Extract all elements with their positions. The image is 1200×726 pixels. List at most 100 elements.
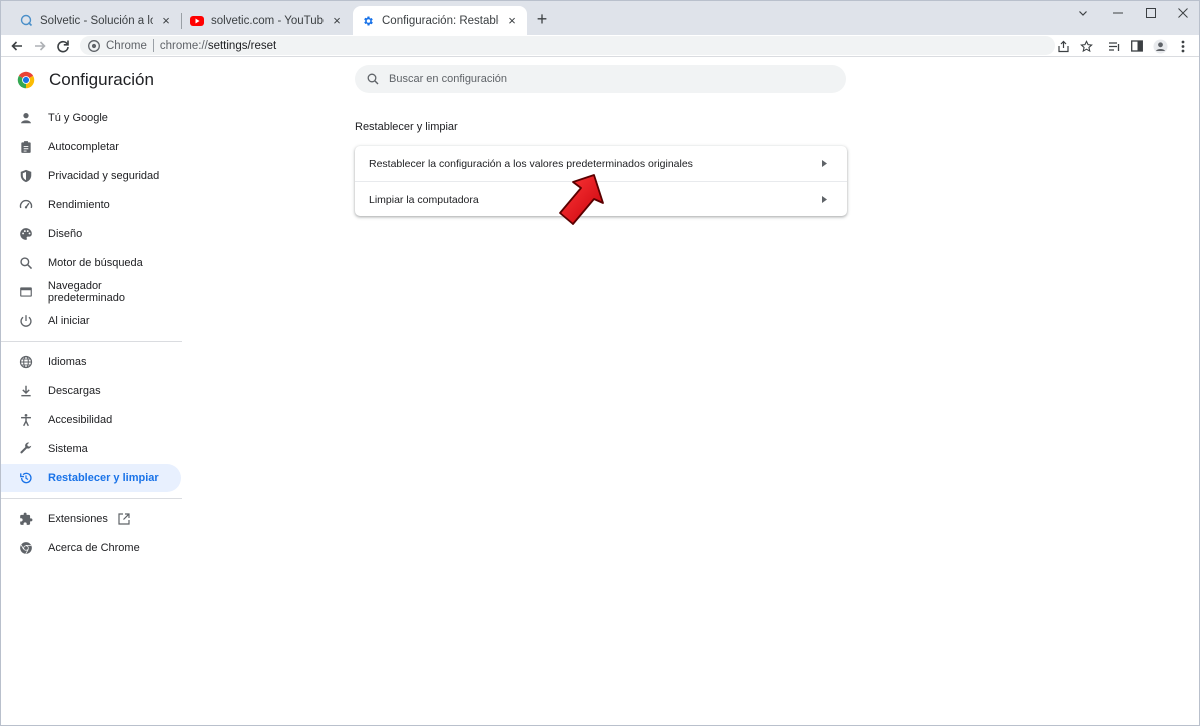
sidebar-item-label: Rendimiento bbox=[48, 199, 110, 211]
sidebar-item-al-iniciar[interactable]: Al iniciar bbox=[1, 307, 181, 335]
reading-list-button[interactable] bbox=[1105, 37, 1123, 55]
reload-button[interactable] bbox=[53, 36, 73, 56]
tab-search-button[interactable] bbox=[1066, 4, 1100, 22]
browser-icon bbox=[18, 284, 34, 300]
sidebar-item-label: Diseño bbox=[48, 228, 83, 240]
tab-solvetic[interactable]: Solvetic - Solución a los problemas × bbox=[11, 6, 181, 35]
gear-icon bbox=[361, 14, 375, 28]
sidebar-item-label: Idiomas bbox=[48, 356, 87, 368]
person-icon bbox=[18, 110, 34, 126]
share-icon bbox=[1057, 40, 1069, 52]
share-button[interactable] bbox=[1054, 37, 1072, 55]
search-icon bbox=[18, 255, 34, 271]
sidebar-divider bbox=[1, 341, 182, 342]
sidebar-item-restablecer-y-limpiar[interactable]: Restablecer y limpiar bbox=[1, 464, 181, 492]
section-title: Restablecer y limpiar bbox=[355, 121, 458, 133]
tab-strip: Solvetic - Solución a los problemas × so… bbox=[1, 1, 1199, 35]
menu-button[interactable] bbox=[1174, 37, 1192, 55]
search-icon bbox=[366, 72, 380, 86]
address-divider bbox=[152, 39, 154, 52]
shield-icon bbox=[18, 168, 34, 184]
sidebar-item-extensiones[interactable]: Extensiones bbox=[1, 505, 181, 533]
address-bar[interactable]: Chrome chrome://settings/reset bbox=[80, 36, 1055, 55]
restore-icon bbox=[18, 470, 34, 486]
sidebar-item-label: Motor de búsqueda bbox=[48, 257, 143, 269]
browser-window: Solvetic - Solución a los problemas × so… bbox=[0, 0, 1200, 726]
search-placeholder: Buscar en configuración bbox=[389, 73, 508, 85]
globe-icon bbox=[18, 354, 34, 370]
sidebar-item-label: Extensiones bbox=[48, 513, 108, 525]
search-input[interactable]: Buscar en configuración bbox=[355, 65, 846, 93]
sidebar-item-label: Descargas bbox=[48, 385, 101, 397]
sidebar-item-acerca-de-chrome[interactable]: Acerca de Chrome bbox=[1, 534, 181, 562]
open-in-new-icon bbox=[118, 512, 132, 526]
chrome-icon bbox=[87, 39, 101, 53]
star-icon bbox=[1079, 39, 1093, 52]
settings-page: Configuración Buscar en configuración Tú… bbox=[1, 58, 1199, 725]
sidebar-item-motor-de-busqueda[interactable]: Motor de búsqueda bbox=[1, 249, 181, 277]
tab-youtube[interactable]: solvetic.com - YouTube × bbox=[182, 6, 352, 35]
new-tab-button[interactable]: + bbox=[533, 10, 551, 28]
settings-header: Configuración bbox=[17, 70, 154, 90]
url-scheme: chrome:// bbox=[159, 39, 208, 52]
speedometer-icon bbox=[18, 197, 34, 213]
sidebar-item-diseno[interactable]: Diseño bbox=[1, 220, 181, 248]
bookmark-button[interactable] bbox=[1077, 37, 1095, 55]
chrome-icon bbox=[18, 540, 34, 556]
page-title: Configuración bbox=[49, 70, 154, 89]
sidebar-item-rendimiento[interactable]: Rendimiento bbox=[1, 191, 181, 219]
sidebar-item-label: Restablecer y limpiar bbox=[48, 472, 159, 484]
accessibility-icon bbox=[18, 412, 34, 428]
power-icon bbox=[18, 313, 34, 329]
youtube-icon bbox=[190, 14, 204, 28]
sidebar-item-label: Tú y Google bbox=[48, 112, 108, 124]
sidebar-item-accesibilidad[interactable]: Accesibilidad bbox=[1, 406, 181, 434]
tab-configuracion[interactable]: Configuración: Restablecer y limpiar × bbox=[353, 6, 527, 35]
sidebar-item-descargas[interactable]: Descargas bbox=[1, 377, 181, 405]
close-icon bbox=[1178, 8, 1188, 18]
arrow-right-icon bbox=[35, 41, 46, 51]
maximize-button[interactable] bbox=[1134, 4, 1168, 22]
avatar-icon bbox=[1153, 39, 1167, 53]
maximize-icon bbox=[1146, 8, 1156, 18]
sidebar-item-privacidad[interactable]: Privacidad y seguridad bbox=[1, 162, 181, 190]
sidebar-item-label: Sistema bbox=[48, 443, 88, 455]
palette-icon bbox=[18, 226, 34, 242]
chevron-down-icon bbox=[1079, 11, 1087, 16]
side-panel-button[interactable] bbox=[1128, 37, 1146, 55]
sidebar-item-autocompletar[interactable]: Autocompletar bbox=[1, 133, 181, 161]
toolbar: Chrome chrome://settings/reset bbox=[1, 35, 1199, 57]
close-icon[interactable]: × bbox=[159, 13, 173, 28]
sidebar-item-sistema[interactable]: Sistema bbox=[1, 435, 181, 463]
sidebar-item-label: Accesibilidad bbox=[48, 414, 113, 426]
minimize-icon bbox=[1113, 12, 1123, 14]
triangle-right-icon bbox=[819, 195, 829, 205]
more-vert-icon bbox=[1181, 40, 1185, 52]
forward-button[interactable] bbox=[30, 36, 50, 56]
url-text: chrome://settings/reset bbox=[160, 40, 276, 52]
puzzle-icon bbox=[18, 511, 34, 527]
side-panel-icon bbox=[1131, 40, 1143, 52]
sidebar-item-label: Privacidad y seguridad bbox=[48, 170, 160, 182]
sidebar-item-navegador-predeterminado[interactable]: Navegador predeterminado bbox=[1, 278, 181, 306]
close-window-button[interactable] bbox=[1166, 4, 1200, 22]
sidebar-item-label: Al iniciar bbox=[48, 315, 90, 327]
arrow-left-icon bbox=[11, 41, 22, 51]
sidebar-item-label: Navegador predeterminado bbox=[47, 280, 125, 304]
url-path: settings/reset bbox=[207, 39, 277, 52]
sidebar-item-label: Acerca de Chrome bbox=[48, 542, 140, 554]
sidebar-item-tu-y-google[interactable]: Tú y Google bbox=[1, 104, 181, 132]
close-icon[interactable]: × bbox=[330, 13, 344, 28]
solvetic-icon bbox=[19, 14, 33, 28]
minimize-button[interactable] bbox=[1101, 4, 1135, 22]
profile-button[interactable] bbox=[1151, 37, 1169, 55]
sidebar-item-idiomas[interactable]: Idiomas bbox=[1, 348, 181, 376]
chrome-logo bbox=[17, 71, 35, 89]
clipboard-icon bbox=[18, 139, 34, 155]
wrench-icon bbox=[18, 441, 34, 457]
sidebar-divider bbox=[1, 498, 182, 499]
back-button[interactable] bbox=[7, 36, 27, 56]
sidebar-item-label: Autocompletar bbox=[48, 141, 119, 153]
close-icon[interactable]: × bbox=[505, 13, 519, 28]
red-arrow-annotation bbox=[559, 174, 604, 225]
